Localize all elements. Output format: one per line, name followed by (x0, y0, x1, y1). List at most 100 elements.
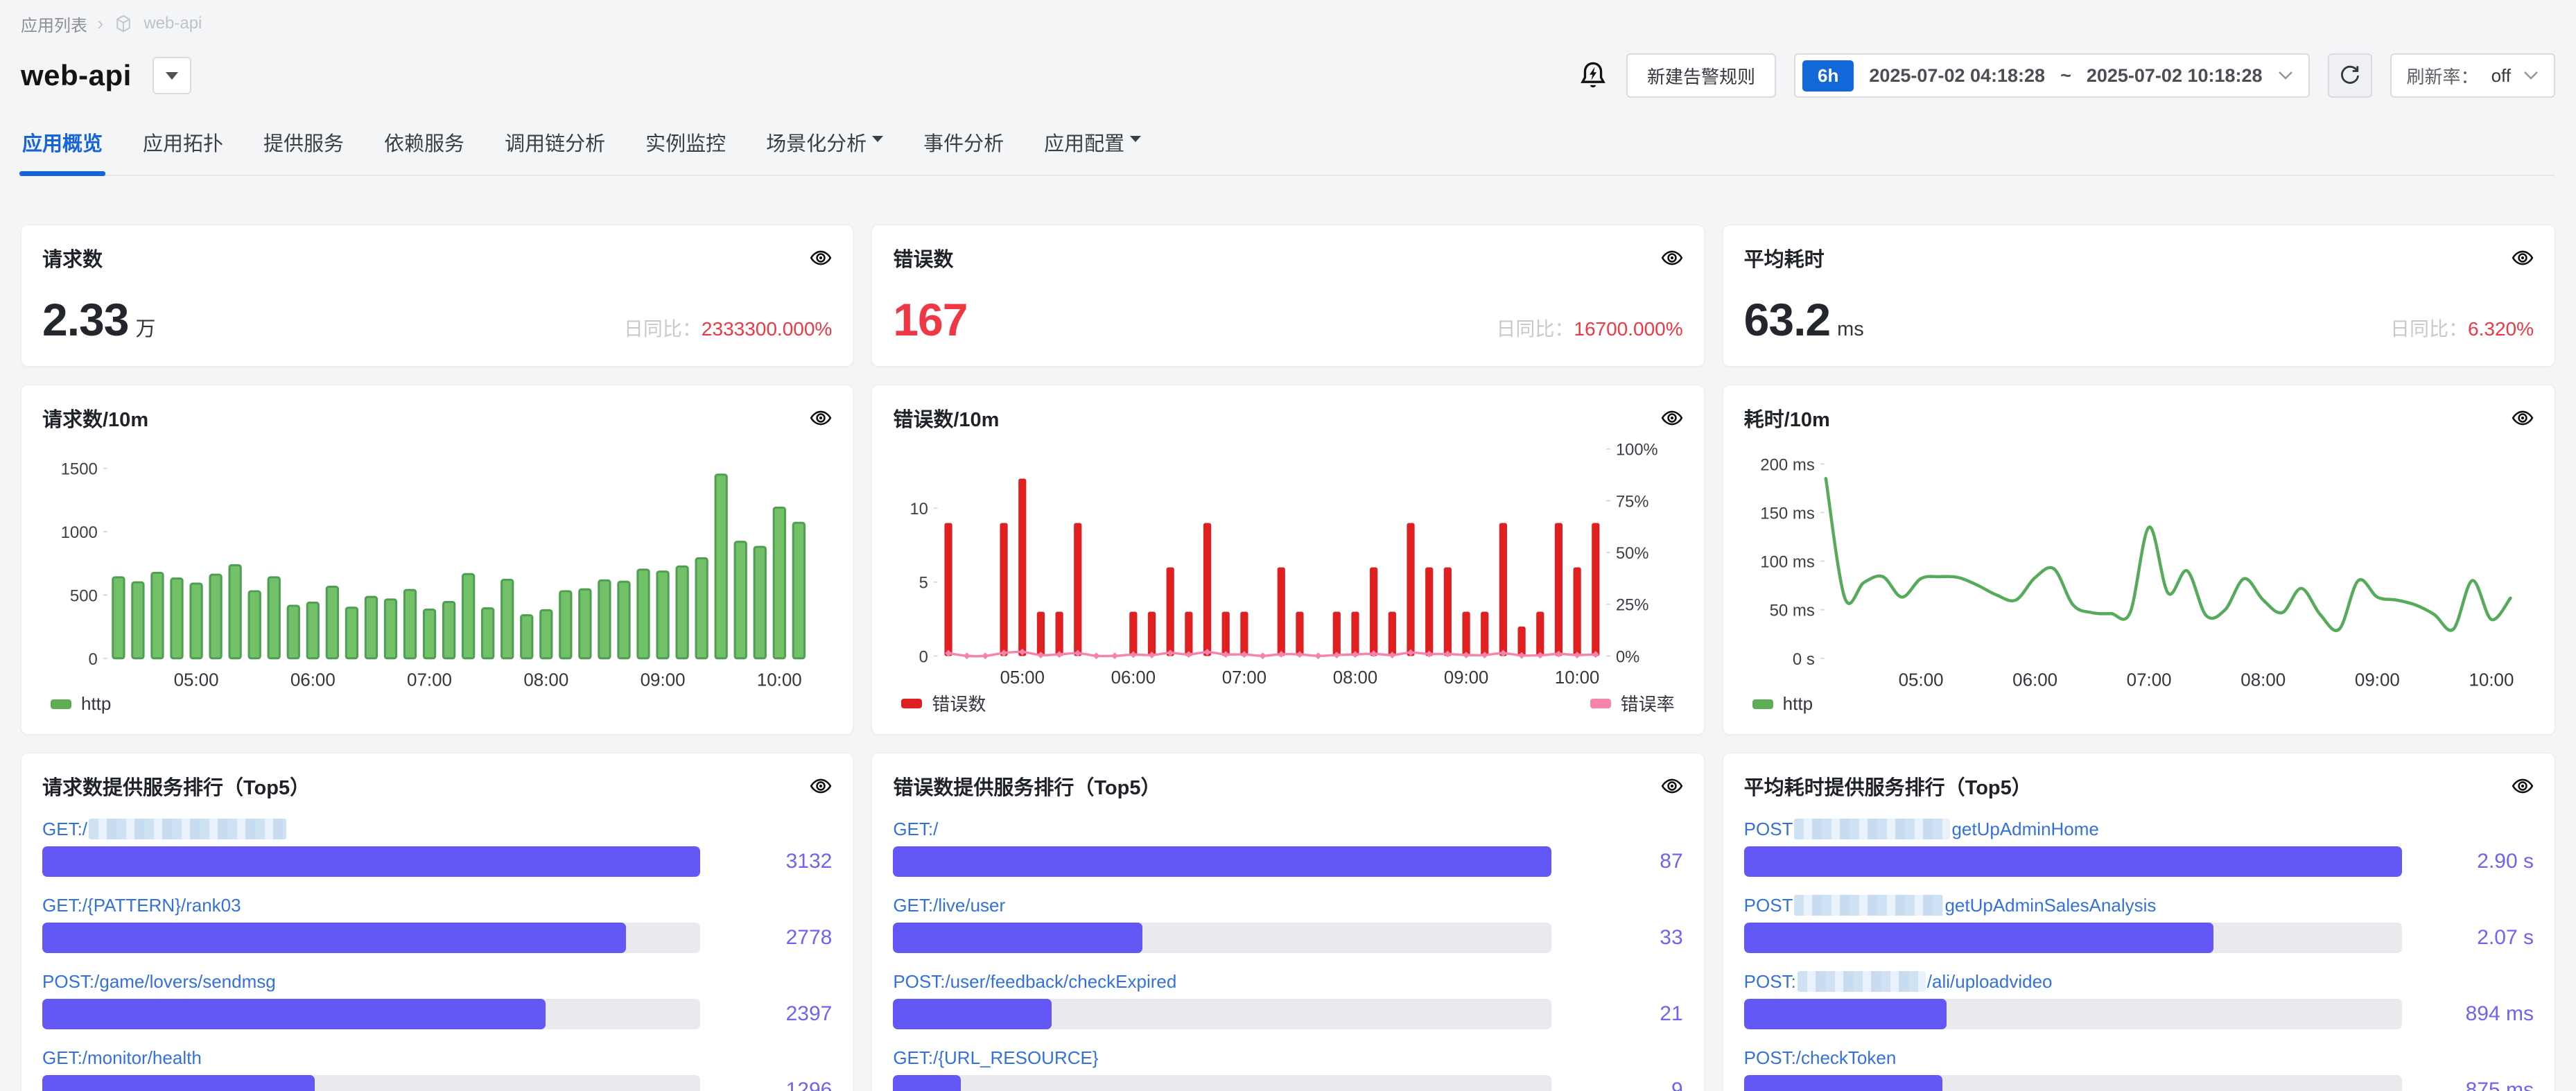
ranking-item: GET:/monitor/health 1296 (42, 1046, 832, 1091)
tab-调用链分析[interactable]: 调用链分析 (505, 128, 605, 175)
eye-icon[interactable] (810, 247, 832, 269)
ranking-bar-track (1744, 999, 2402, 1029)
endpoint-label-prefix: GET:/{URL_RESOURCE} (893, 1047, 1098, 1069)
eye-icon[interactable] (2512, 775, 2534, 797)
chart-card-0: 请求数/10m05001000150005:0006:0007:0008:000… (21, 385, 853, 735)
page: 应用列表 › web-api web-api 新建告警规则 6h (0, 0, 2576, 1091)
redacted-text-block (1794, 895, 1943, 916)
tab-场景化分析[interactable]: 场景化分析 (766, 128, 883, 175)
svg-text:10:00: 10:00 (757, 670, 802, 690)
legend-item-http[interactable]: http (1752, 693, 1813, 715)
svg-text:09:00: 09:00 (1444, 668, 1488, 688)
svg-text:100 ms: 100 ms (1760, 553, 1815, 572)
refresh-button[interactable] (2328, 53, 2372, 98)
svg-text:1000: 1000 (61, 523, 98, 542)
eye-icon[interactable] (810, 407, 832, 429)
endpoint-label-suffix: getUpAdminHome (1951, 819, 2098, 840)
ranking-bar-track (42, 1075, 700, 1091)
legend-label: http (81, 693, 111, 715)
ranking-bar-row: 3132 (42, 846, 832, 877)
legend-swatch (1752, 699, 1773, 709)
svg-text:50 ms: 50 ms (1769, 602, 1814, 620)
tab-事件分析[interactable]: 事件分析 (923, 128, 1004, 175)
time-quick-badge[interactable]: 6h (1802, 60, 1854, 91)
chart-legend-1: 错误数 错误率 (893, 690, 1682, 716)
tab-依赖服务[interactable]: 依赖服务 (384, 128, 464, 175)
endpoint-label-prefix: POST (1744, 895, 1793, 916)
ranking-0-head: 请求数提供服务排行（Top5） (42, 771, 832, 801)
endpoint-link[interactable]: GET:/ (893, 817, 1682, 841)
endpoint-label-prefix: POST:/user/feedback/checkExpired (893, 971, 1176, 993)
ranking-bar-fill (42, 846, 700, 877)
endpoint-link[interactable]: POST:/game/lovers/sendmsg (42, 970, 832, 993)
ranking-bar-row: 21 (893, 999, 1682, 1029)
eye-icon[interactable] (810, 775, 832, 797)
time-end: 2025-07-02 10:18:28 (2087, 65, 2263, 87)
kpi-row: 请求数2.33万日同比：2333300.000%错误数167日同比：16700.… (21, 225, 2555, 367)
eye-icon[interactable] (1661, 775, 1683, 797)
endpoint-link[interactable]: GET:/{URL_RESOURCE} (893, 1046, 1682, 1070)
svg-text:10:00: 10:00 (1555, 668, 1599, 688)
ranking-bar-fill (893, 923, 1142, 953)
eye-icon[interactable] (1661, 247, 1683, 269)
svg-text:07:00: 07:00 (407, 670, 452, 690)
legend-item-http[interactable]: http (51, 693, 111, 715)
eye-icon[interactable] (1661, 407, 1683, 429)
svg-text:75%: 75% (1616, 493, 1648, 511)
ranking-value: 2778 (700, 926, 832, 950)
breadcrumb-app-list[interactable]: 应用列表 (21, 12, 87, 36)
eye-icon[interactable] (2512, 247, 2534, 269)
tab-应用概览[interactable]: 应用概览 (22, 128, 103, 175)
svg-text:07:00: 07:00 (2126, 670, 2171, 690)
chart-canvas-1[interactable]: 05100%25%50%75%100%05:0006:0007:0008:000… (893, 437, 1682, 689)
svg-text:0%: 0% (1616, 648, 1639, 666)
svg-text:09:00: 09:00 (2355, 670, 2400, 690)
ranking-2-title: 平均耗时提供服务排行（Top5） (1744, 771, 2032, 801)
alert-bell-icon[interactable] (1578, 60, 1608, 91)
tab-应用配置[interactable]: 应用配置 (1044, 128, 1141, 175)
kpi-unit: ms (1837, 318, 1864, 340)
ranking-item: POSTgetUpAdminSalesAnalysis2.07 s (1744, 893, 2534, 953)
endpoint-link[interactable]: POST:/ali/uploadvideo (1744, 970, 2534, 993)
ranking-bar-track (1744, 846, 2402, 877)
ranking-item: GET:/87 (893, 817, 1682, 877)
ranking-bar-fill (42, 923, 626, 953)
chart-2-title: 耗时/10m (1744, 403, 1830, 433)
ranking-item: GET:/{PATTERN}/rank03 2778 (42, 893, 832, 953)
endpoint-link[interactable]: POST:/user/feedback/checkExpired (893, 970, 1682, 993)
endpoint-link[interactable]: GET:/ (42, 817, 832, 841)
legend-item-错误率[interactable]: 错误率 (1590, 690, 1675, 716)
svg-text:08:00: 08:00 (1333, 668, 1377, 688)
chart-canvas-0[interactable]: 05001000150005:0006:0007:0008:0009:0010:… (42, 437, 832, 692)
endpoint-label-prefix: GET:/monitor/health (42, 1047, 202, 1069)
header-controls: 新建告警规则 6h 2025-07-02 04:18:28 ~ 2025-07-… (1578, 53, 2555, 98)
ranking-value: 1296 (700, 1079, 832, 1091)
chart-canvas-2[interactable]: 0 s50 ms100 ms150 ms200 ms05:0006:0007:0… (1744, 437, 2534, 692)
legend-label: http (1783, 693, 1813, 715)
tab-label: 应用拓扑 (143, 128, 223, 157)
kpi-compare-label: 日同比： (2390, 318, 2468, 340)
endpoint-link[interactable]: POSTgetUpAdminHome (1744, 817, 2534, 841)
endpoint-link[interactable]: POSTgetUpAdminSalesAnalysis (1744, 893, 2534, 917)
tab-实例监控[interactable]: 实例监控 (645, 128, 726, 175)
endpoint-link[interactable]: GET:/live/user (893, 893, 1682, 917)
ranking-0-title: 请求数提供服务排行（Top5） (42, 771, 310, 801)
create-alert-rule-button[interactable]: 新建告警规则 (1626, 53, 1776, 98)
ranking-value: 2397 (700, 1002, 832, 1026)
caret-down-icon (1130, 136, 1141, 142)
eye-icon[interactable] (2512, 407, 2534, 429)
ranking-bar-row: 875 ms (1744, 1075, 2534, 1091)
tab-label: 应用概览 (22, 128, 103, 157)
endpoint-link[interactable]: GET:/monitor/health (42, 1046, 832, 1070)
tab-应用拓扑[interactable]: 应用拓扑 (143, 128, 223, 175)
refresh-rate-select[interactable]: 刷新率： off (2390, 53, 2555, 98)
app-switcher-button[interactable] (153, 57, 191, 94)
endpoint-link[interactable]: POST:/checkToken (1744, 1046, 2534, 1070)
endpoint-link[interactable]: GET:/{PATTERN}/rank03 (42, 893, 832, 917)
svg-text:05:00: 05:00 (174, 670, 219, 690)
tab-提供服务[interactable]: 提供服务 (263, 128, 344, 175)
page-header: web-api 新建告警规则 6h 2025-07-02 04:18:28 ~ … (21, 51, 2555, 100)
time-start: 2025-07-02 04:18:28 (1869, 65, 2045, 87)
time-range-picker[interactable]: 6h 2025-07-02 04:18:28 ~ 2025-07-02 10:1… (1794, 53, 2310, 98)
legend-item-错误数[interactable]: 错误数 (901, 690, 986, 716)
